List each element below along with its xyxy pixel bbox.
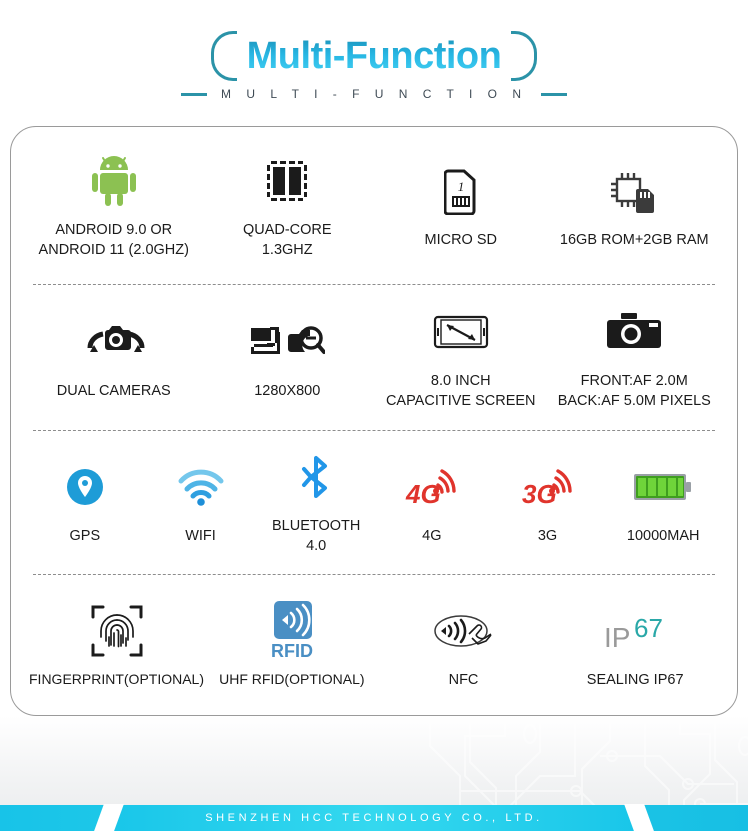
ip67-icon: IP 67 (598, 602, 672, 660)
feature-4g: 4G 4G (374, 430, 490, 574)
feature-label: DUAL CAMERAS (56, 383, 171, 399)
feature-label: QUAD-CORE 1.3GHZ (242, 221, 332, 258)
feature-rfid: RFID UHF RFID(OPTIONAL) (206, 574, 378, 715)
left-bracket-decoration (210, 31, 237, 81)
bluetooth-icon (299, 448, 333, 506)
feature-label: MICRO SD (424, 231, 498, 248)
feature-bluetooth: BLUETOOTH 4.0 (258, 430, 374, 574)
feature-fingerprint: FINGERPRINT(OPTIONAL) (27, 574, 206, 715)
memory-chip-icon (608, 162, 660, 220)
feature-label: UHF RFID(OPTIONAL) (219, 670, 365, 687)
feature-label: 1280X800 (254, 383, 321, 399)
battery-icon (632, 458, 694, 516)
feature-row-2: DUAL CAMERAS 1280X800 8.0 INCH CAPACITIV… (11, 284, 737, 430)
feature-card: ANDROID 9.0 OR ANDROID 11 (2.0GHZ) QUAD-… (10, 126, 738, 716)
ip-prefix-text: IP (604, 622, 630, 653)
feature-resolution: 1280X800 (201, 284, 375, 430)
company-name: SHENZHEN HCC TECHNOLOGY CO., LTD. (205, 812, 543, 824)
feature-label: 16GB ROM+2GB RAM (559, 231, 709, 248)
left-dash-decoration (180, 92, 207, 96)
screen-diagonal-icon (432, 303, 490, 361)
subtitle-row: M U L T I - F U N C T I O N (180, 87, 568, 101)
feature-dual-cameras: DUAL CAMERAS (27, 284, 201, 430)
4g-text: 4G (405, 479, 441, 509)
right-dash-decoration (541, 92, 568, 96)
rfid-icon: RFID (264, 600, 320, 661)
quad-core-chip-icon (264, 152, 310, 210)
page-header: Multi-Function M U L T I - F U N C T I O… (0, 0, 748, 120)
3g-text: 3G (522, 479, 557, 509)
wifi-icon (177, 458, 225, 516)
feature-label: NFC (448, 671, 479, 688)
feature-label: SEALING IP67 (586, 671, 684, 688)
page-footer: SHENZHEN HCC TECHNOLOGY CO., LTD. (0, 716, 748, 831)
feature-label: FINGERPRINT(OPTIONAL) (29, 670, 205, 687)
gps-pin-icon (64, 458, 106, 516)
feature-quad-core: QUAD-CORE 1.3GHZ (201, 127, 375, 284)
camera-icon (607, 303, 662, 361)
feature-row-4: FINGERPRINT(OPTIONAL) RFID UHF RFID(OPTI… (11, 574, 737, 715)
feature-screen: 8.0 INCH CAPACITIVE SCREEN (374, 284, 548, 430)
dual-camera-rotate-icon (81, 313, 147, 371)
feature-battery: 10000MAH (605, 430, 721, 574)
feature-label: 8.0 INCH CAPACITIVE SCREEN (385, 373, 536, 409)
feature-ip67: IP 67 SEALING IP67 (549, 574, 721, 715)
feature-row-3: GPS WIFI BLUETOOTH 4.0 4G 4G 3G 3G 10000… (11, 430, 737, 574)
sd-number-text: 1 (458, 179, 465, 194)
feature-3g: 3G 3G (490, 430, 606, 574)
feature-android: ANDROID 9.0 OR ANDROID 11 (2.0GHZ) (27, 127, 201, 284)
right-bracket-decoration (511, 31, 538, 81)
fingerprint-icon (91, 602, 143, 660)
feature-label: FRONT:AF 2.0M BACK:AF 5.0M PIXELS (557, 373, 711, 409)
micro-sd-card-icon: 1 (443, 162, 478, 220)
feature-wifi: WIFI (143, 430, 259, 574)
feature-label: GPS (69, 528, 101, 544)
android-robot-icon (90, 152, 138, 210)
feature-label: 10000MAH (626, 528, 700, 544)
feature-label: 4G (422, 528, 442, 544)
rfid-text: RFID (271, 641, 313, 661)
feature-row-1: ANDROID 9.0 OR ANDROID 11 (2.0GHZ) QUAD-… (11, 127, 737, 284)
feature-nfc: NFC (378, 574, 550, 715)
feature-label: ANDROID 9.0 OR ANDROID 11 (2.0GHZ) (38, 221, 189, 258)
feature-gps: GPS (27, 430, 143, 574)
title-row: Multi-Function (210, 31, 538, 81)
feature-label: WIFI (185, 528, 216, 544)
3g-signal-icon: 3G (520, 458, 576, 516)
footer-ribbon: SHENZHEN HCC TECHNOLOGY CO., LTD. (109, 805, 639, 831)
nfc-icon (431, 602, 497, 660)
feature-camera-pixels: FRONT:AF 2.0M BACK:AF 5.0M PIXELS (548, 284, 722, 430)
feature-label: 3G (537, 528, 558, 544)
resolution-zoom-icon (249, 313, 326, 371)
feature-memory: 16GB ROM+2GB RAM (548, 127, 722, 284)
ip-rating-text: 67 (634, 613, 663, 643)
feature-label: BLUETOOTH 4.0 (272, 518, 361, 554)
feature-micro-sd: 1 MICRO SD (374, 127, 548, 284)
4g-signal-icon: 4G (404, 458, 460, 516)
page-title: Multi-Function (246, 34, 502, 77)
page-subtitle: M U L T I - F U N C T I O N (220, 87, 528, 101)
